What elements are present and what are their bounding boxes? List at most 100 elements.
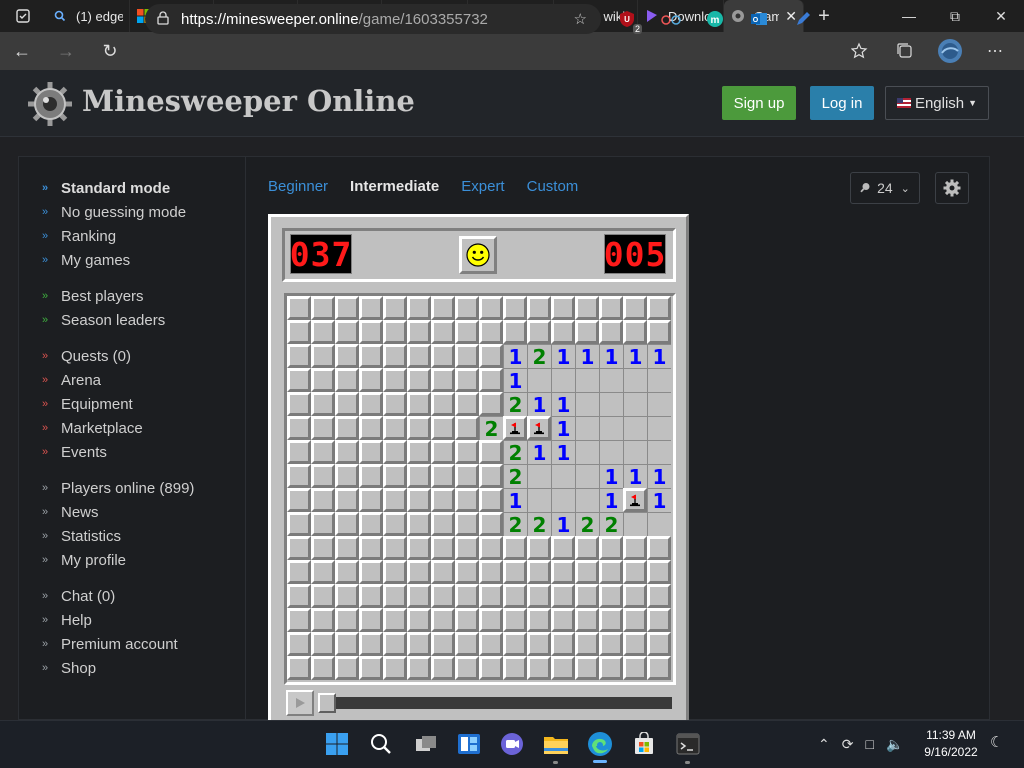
cell-closed[interactable] [527, 656, 551, 680]
cell-closed[interactable] [575, 296, 599, 320]
cell-closed[interactable] [455, 536, 479, 560]
cell-open[interactable] [623, 392, 647, 416]
cell-open[interactable] [599, 392, 623, 416]
browser-tab[interactable]: (1) edge [46, 0, 130, 32]
cell-number[interactable]: 1 [599, 488, 623, 512]
cell-closed[interactable] [647, 296, 671, 320]
cell-closed[interactable] [311, 392, 335, 416]
cell-closed[interactable] [647, 632, 671, 656]
cell-open[interactable] [551, 488, 575, 512]
cell-closed[interactable] [359, 416, 383, 440]
cell-open[interactable] [551, 464, 575, 488]
level-tab-custom[interactable]: Custom [527, 178, 579, 195]
cell-closed[interactable] [383, 368, 407, 392]
cell-closed[interactable] [335, 512, 359, 536]
cell-closed[interactable] [335, 368, 359, 392]
cell-closed[interactable] [335, 344, 359, 368]
search-icon[interactable] [368, 731, 394, 757]
cell-closed[interactable] [383, 320, 407, 344]
start-icon[interactable] [324, 731, 350, 757]
cell-closed[interactable] [287, 440, 311, 464]
cell-closed[interactable] [359, 464, 383, 488]
cell-closed[interactable] [455, 296, 479, 320]
cell-number[interactable]: 1 [623, 344, 647, 368]
cell-closed[interactable] [455, 440, 479, 464]
cell-number[interactable]: 1 [503, 368, 527, 392]
favorites-icon[interactable] [845, 36, 875, 66]
cell-number[interactable]: 2 [527, 344, 551, 368]
sidebar-item-equipment[interactable]: » Equipment [42, 392, 143, 416]
level-tab-beginner[interactable]: Beginner [268, 178, 328, 195]
cell-closed[interactable] [431, 416, 455, 440]
cell-closed[interactable] [623, 536, 647, 560]
cell-closed[interactable] [455, 392, 479, 416]
cell-closed[interactable] [407, 656, 431, 680]
cell-closed[interactable] [575, 536, 599, 560]
cell-closed[interactable] [479, 368, 503, 392]
cell-closed[interactable] [431, 512, 455, 536]
cell-number[interactable]: 1 [623, 464, 647, 488]
cell-closed[interactable] [407, 344, 431, 368]
cell-closed[interactable] [287, 392, 311, 416]
cell-closed[interactable] [479, 320, 503, 344]
cell-number[interactable]: 2 [503, 392, 527, 416]
cell-open[interactable] [623, 368, 647, 392]
cell-closed[interactable] [383, 512, 407, 536]
cell-closed[interactable] [311, 296, 335, 320]
login-button[interactable]: Log in [810, 86, 874, 120]
cell-closed[interactable] [431, 368, 455, 392]
cell-closed[interactable] [287, 608, 311, 632]
sidebar-item-shop[interactable]: » Shop [42, 656, 178, 680]
cell-closed[interactable] [479, 584, 503, 608]
cell-closed[interactable] [407, 320, 431, 344]
cell-open[interactable] [647, 440, 671, 464]
cell-open[interactable] [527, 464, 551, 488]
cell-closed[interactable] [503, 656, 527, 680]
cell-closed[interactable] [407, 608, 431, 632]
cell-closed[interactable] [647, 560, 671, 584]
sidebar-item-news[interactable]: » News [42, 500, 194, 524]
cell-closed[interactable] [383, 608, 407, 632]
sidebar-item-best-players[interactable]: » Best players [42, 284, 165, 308]
cell-closed[interactable] [647, 608, 671, 632]
cell-number[interactable]: 1 [503, 344, 527, 368]
cell-closed[interactable] [335, 584, 359, 608]
cell-closed[interactable] [503, 320, 527, 344]
url-field[interactable]: https://minesweeper.online/game/16033557… [145, 4, 601, 34]
cell-closed[interactable] [383, 440, 407, 464]
cell-closed[interactable] [647, 584, 671, 608]
cell-closed[interactable] [479, 488, 503, 512]
cell-closed[interactable] [359, 488, 383, 512]
cell-closed[interactable] [599, 584, 623, 608]
cell-closed[interactable] [359, 560, 383, 584]
sidebar-item-ranking[interactable]: » Ranking [42, 224, 186, 248]
cell-closed[interactable] [647, 320, 671, 344]
cell-open[interactable] [599, 416, 623, 440]
glasses-extension-icon[interactable] [656, 4, 686, 34]
cell-closed[interactable] [479, 512, 503, 536]
minimize-icon[interactable]: — [886, 0, 932, 32]
cell-open[interactable] [527, 368, 551, 392]
cell-closed[interactable] [599, 320, 623, 344]
cell-closed[interactable] [287, 368, 311, 392]
cell-closed[interactable] [623, 608, 647, 632]
cell-closed[interactable] [527, 536, 551, 560]
cell-open[interactable] [575, 488, 599, 512]
cell-open[interactable] [623, 416, 647, 440]
network-icon[interactable]: □ [865, 736, 873, 752]
sidebar-item-standard-mode[interactable]: » Standard mode [42, 176, 186, 200]
cell-closed[interactable] [383, 488, 407, 512]
cell-closed[interactable] [431, 608, 455, 632]
cell-closed[interactable] [455, 344, 479, 368]
cell-closed[interactable] [431, 584, 455, 608]
level-tab-intermediate[interactable]: Intermediate [350, 178, 439, 195]
cell-closed[interactable] [527, 320, 551, 344]
cell-closed[interactable] [599, 536, 623, 560]
cell-closed[interactable] [359, 344, 383, 368]
cell-closed[interactable] [407, 296, 431, 320]
cell-closed[interactable] [407, 560, 431, 584]
cell-closed[interactable] [359, 584, 383, 608]
cell-closed[interactable] [383, 416, 407, 440]
cell-closed[interactable] [551, 560, 575, 584]
cell-number[interactable]: 1 [551, 512, 575, 536]
